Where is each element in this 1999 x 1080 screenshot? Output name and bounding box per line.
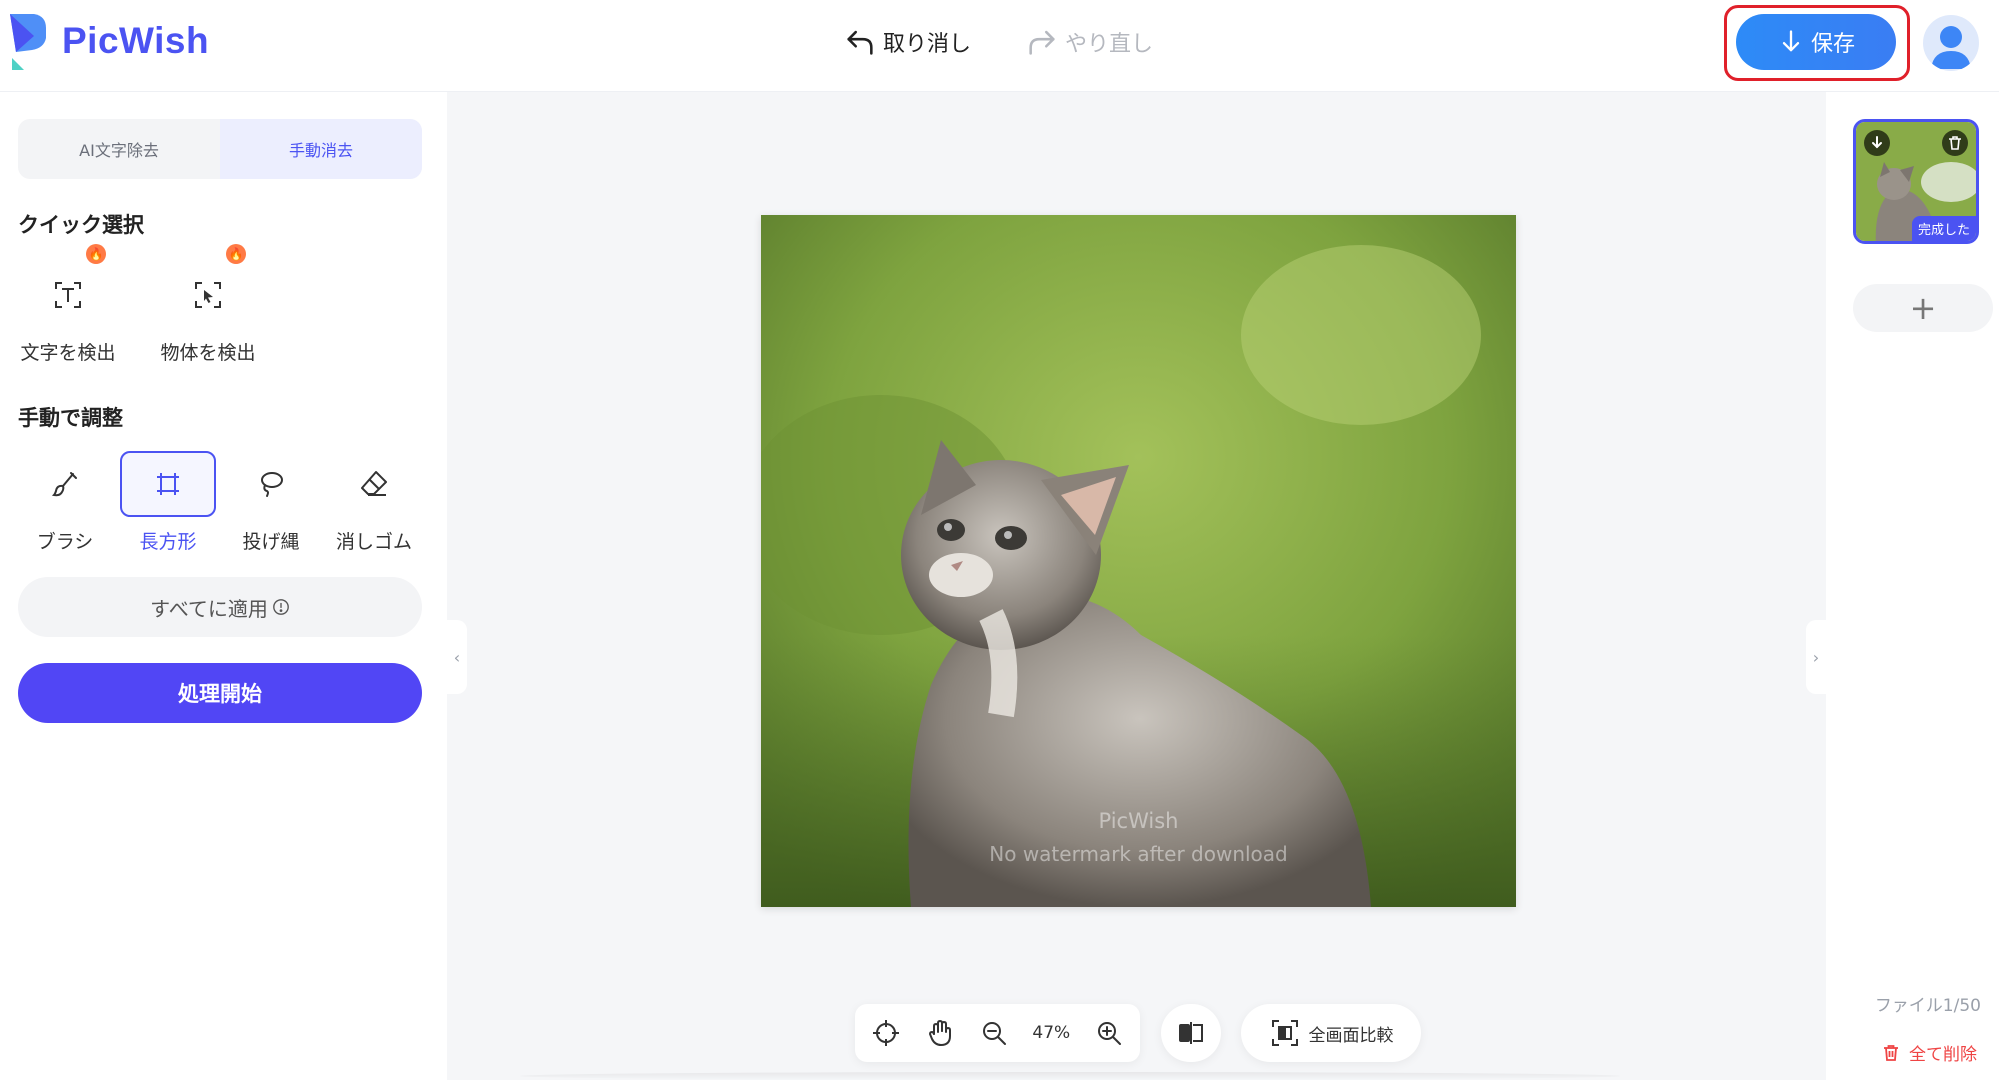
tool-detect-text-label: 文字を検出 — [20, 342, 116, 364]
status-badge: 完成した — [1911, 216, 1976, 241]
tool-brush[interactable]: ブラシ — [17, 451, 113, 554]
text-detect-icon — [55, 282, 81, 308]
undo-icon — [847, 30, 873, 55]
save-button[interactable]: 保存 — [1736, 14, 1896, 70]
redo-button[interactable]: やり直し — [1025, 25, 1153, 59]
zoom-in-icon[interactable] — [1094, 1018, 1124, 1048]
zoom-toolbar: 47% — [855, 1004, 1140, 1062]
eraser-icon — [361, 471, 387, 496]
collapse-left-panel-button[interactable]: ‹ — [447, 620, 467, 694]
undo-label: 取り消し — [883, 32, 972, 57]
full-compare-button[interactable]: 全画面比較 — [1241, 1004, 1421, 1062]
tool-detect-object-label: 物体を検出 — [160, 342, 256, 364]
redo-label: やり直し — [1065, 32, 1154, 57]
undo-button[interactable]: 取り消し — [843, 25, 971, 59]
user-avatar[interactable] — [1923, 15, 1979, 71]
rectangle-icon — [157, 473, 179, 495]
canvas-bottom-shadow — [520, 1072, 1620, 1080]
tool-lasso-label: 投げ縄 — [242, 531, 300, 553]
picwish-logo-icon — [10, 14, 46, 70]
plus-icon: + — [1909, 289, 1937, 327]
save-label: 保存 — [1810, 32, 1855, 57]
tool-lasso[interactable]: 投げ縄 — [223, 451, 319, 554]
chevron-right-icon: › — [1812, 647, 1820, 667]
file-count: ファイル1/50 — [1874, 996, 1981, 1016]
collapse-right-panel-button[interactable]: › — [1806, 620, 1826, 694]
info-icon[interactable] — [272, 598, 290, 616]
zoom-level: 47% — [1032, 1023, 1071, 1043]
lasso-icon — [261, 472, 283, 497]
redo-icon — [1029, 30, 1055, 55]
left-sidebar: AI文字除去 手動消去 クイック選択 🔥 文字を検出 🔥 物体を検出 手動で調整 — [0, 92, 447, 1080]
thumbnail-download-button[interactable] — [1864, 130, 1890, 156]
tool-rectangle[interactable]: 長方形 — [120, 451, 216, 554]
apply-all-label: すべてに適用 — [150, 596, 268, 621]
hot-badge-icon: 🔥 — [226, 244, 246, 264]
download-arrow-icon — [1782, 30, 1800, 52]
object-detect-icon — [195, 282, 221, 308]
tool-eraser-label: 消しゴム — [335, 531, 412, 553]
zoom-out-icon[interactable] — [979, 1018, 1009, 1048]
user-icon — [1931, 26, 1971, 69]
brush-icon — [51, 472, 77, 497]
tool-detect-text[interactable]: 🔥 文字を検出 — [20, 244, 116, 365]
tool-rectangle-label: 長方形 — [139, 531, 197, 553]
hot-badge-icon: 🔥 — [86, 244, 106, 264]
manual-adjust-title: 手動で調整 — [18, 406, 123, 430]
file-thumbnail[interactable]: 完成した — [1853, 119, 1979, 244]
trash-icon — [1949, 136, 1961, 150]
full-compare-label: 全画面比較 — [1308, 1025, 1394, 1046]
locate-center-icon[interactable] — [871, 1018, 901, 1048]
brand-name: PicWish — [62, 20, 210, 61]
process-start-button[interactable]: 処理開始 — [18, 663, 422, 723]
apply-all-button[interactable]: すべてに適用 — [18, 577, 422, 637]
tool-brush-label: ブラシ — [36, 531, 94, 553]
delete-all-label: 全て削除 — [1909, 1045, 1977, 1065]
tab-manual-removal[interactable]: 手動消去 — [220, 119, 422, 179]
hand-pan-icon[interactable] — [925, 1018, 955, 1048]
split-compare-button[interactable] — [1161, 1004, 1221, 1062]
thumbnail-delete-button[interactable] — [1942, 130, 1968, 156]
quick-select-title: クイック選択 — [18, 213, 144, 237]
split-compare-icon — [1179, 1022, 1203, 1044]
tool-eraser[interactable]: 消しゴム — [326, 451, 422, 554]
download-icon — [1872, 136, 1882, 149]
tab-ai-text-removal[interactable]: AI文字除去 — [18, 119, 220, 179]
chevron-left-icon: ‹ — [453, 647, 461, 667]
add-file-button[interactable]: + — [1853, 284, 1993, 332]
top-header: PicWish 取り消し やり直し 保存 — [0, 0, 1999, 92]
full-compare-icon — [1271, 1020, 1298, 1046]
brand-logo[interactable]: PicWish — [6, 12, 209, 70]
mode-tabs: AI文字除去 手動消去 — [18, 119, 422, 179]
watermark-note: No watermark after download — [989, 842, 1288, 866]
kitten-photo — [761, 215, 1516, 907]
watermark-title: PicWish — [1098, 809, 1179, 833]
delete-all-button[interactable]: 全て削除 — [1881, 1040, 1977, 1065]
trash-icon — [1884, 1044, 1898, 1061]
edited-image[interactable]: PicWish No watermark after download — [761, 215, 1516, 907]
tool-detect-object[interactable]: 🔥 物体を検出 — [160, 244, 256, 365]
